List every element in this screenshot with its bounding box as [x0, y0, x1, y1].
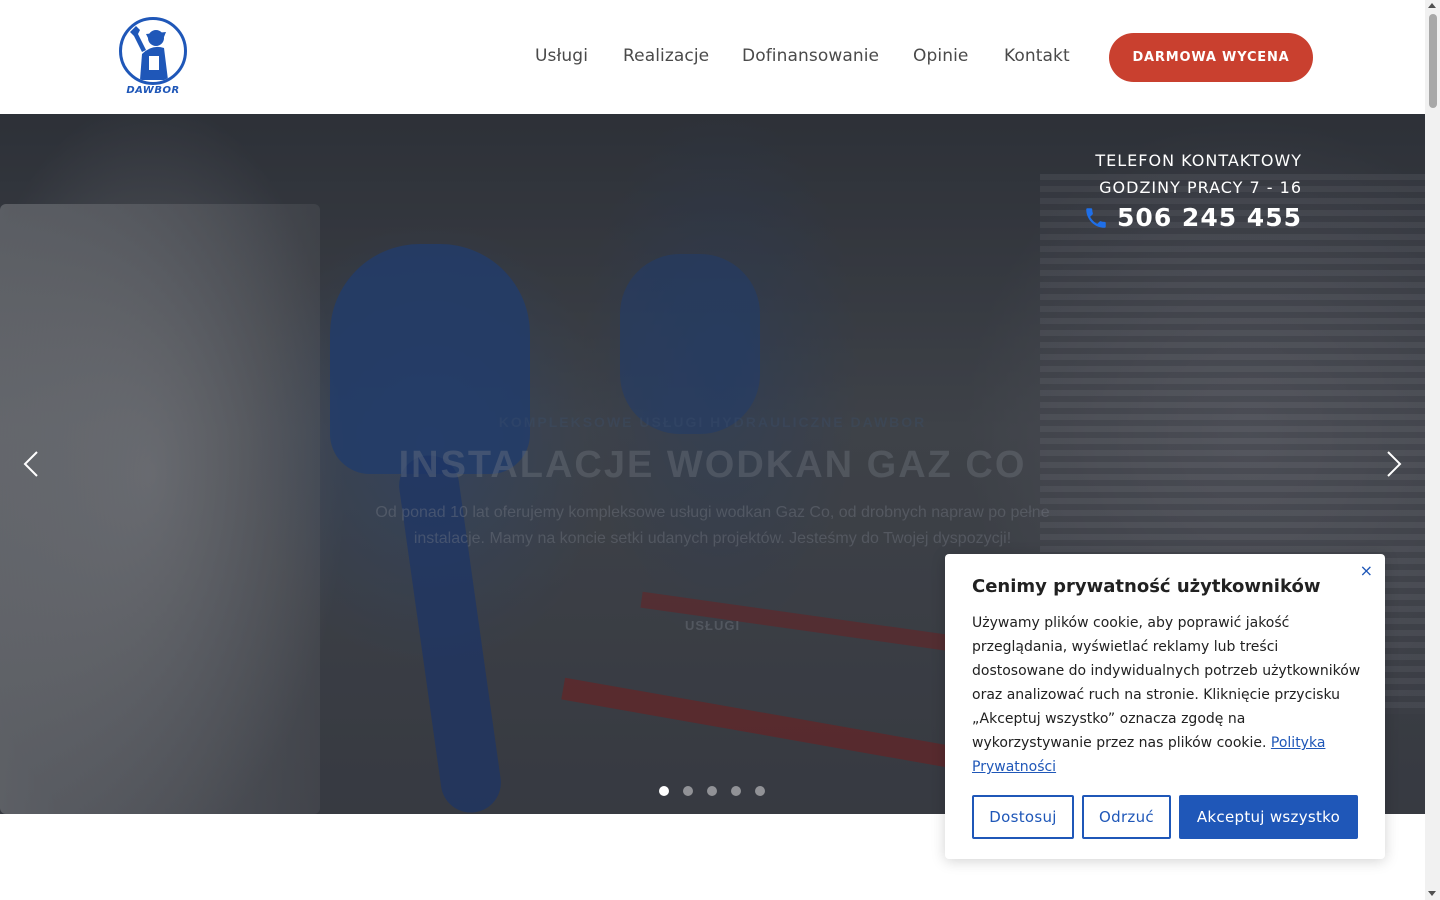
slider-dot-4[interactable] — [731, 786, 741, 796]
next-slide-arrow-icon[interactable] — [1380, 450, 1408, 478]
logo-emblem — [119, 17, 187, 85]
phone-icon — [1086, 207, 1106, 228]
phone-row[interactable]: 506 245 455 — [1083, 203, 1302, 232]
site-header: DAWBOR Usługi Realizacje Dofinansowanie … — [0, 0, 1425, 114]
nav-uslugi[interactable]: Usługi — [535, 46, 588, 66]
slider-dot-5[interactable] — [755, 786, 765, 796]
cookie-consent-dialog: × Cenimy prywatność użytkowników Używamy… — [945, 554, 1385, 859]
slide-title: INSTALACJE WODKAN GAZ CO — [398, 444, 1027, 486]
logo[interactable]: DAWBOR — [117, 17, 189, 99]
free-quote-button[interactable]: DARMOWA WYCENA — [1109, 33, 1313, 82]
scroll-up-arrow-icon[interactable] — [1428, 3, 1436, 8]
contact-label: TELEFON KONTAKTOWY — [1095, 151, 1302, 170]
slider-dots — [659, 786, 765, 796]
prev-slide-arrow-icon[interactable] — [17, 450, 45, 478]
slider-dot-2[interactable] — [683, 786, 693, 796]
working-hours: GODZINY PRACY 7 - 16 — [1099, 178, 1302, 197]
cookie-text: Używamy plików cookie, aby poprawić jako… — [972, 611, 1362, 779]
customize-button[interactable]: Dostosuj — [972, 795, 1074, 839]
nav-kontakt[interactable]: Kontakt — [1004, 46, 1070, 66]
slide-text: Od ponad 10 lat oferujemy kompleksowe us… — [375, 504, 1050, 547]
slider-dot-3[interactable] — [707, 786, 717, 796]
reject-button[interactable]: Odrzuć — [1082, 795, 1171, 839]
nav-dofinansowanie[interactable]: Dofinansowanie — [742, 46, 879, 66]
slide-subtitle: KOMPLEKSOWE USŁUGI HYDRAULICZNE DAWBOR — [498, 414, 927, 430]
phone-number[interactable]: 506 245 455 — [1117, 203, 1302, 232]
logo-text: DAWBOR — [126, 85, 180, 96]
contact-box: TELEFON KONTAKTOWY GODZINY PRACY 7 - 16 … — [1083, 147, 1302, 232]
slider-dot-1[interactable] — [659, 786, 669, 796]
close-icon[interactable]: × — [1360, 561, 1373, 580]
scroll-down-arrow-icon[interactable] — [1428, 891, 1436, 896]
nav-opinie[interactable]: Opinie — [913, 46, 968, 66]
scrollbar-thumb[interactable] — [1429, 14, 1437, 108]
cookie-body: Używamy plików cookie, aby poprawić jako… — [972, 615, 1361, 751]
accept-all-button[interactable]: Akceptuj wszystko — [1179, 795, 1358, 839]
scrollbar[interactable] — [1425, 0, 1440, 900]
cookie-title: Cenimy prywatność użytkowników — [972, 576, 1321, 597]
nav-realizacje[interactable]: Realizacje — [623, 46, 709, 66]
